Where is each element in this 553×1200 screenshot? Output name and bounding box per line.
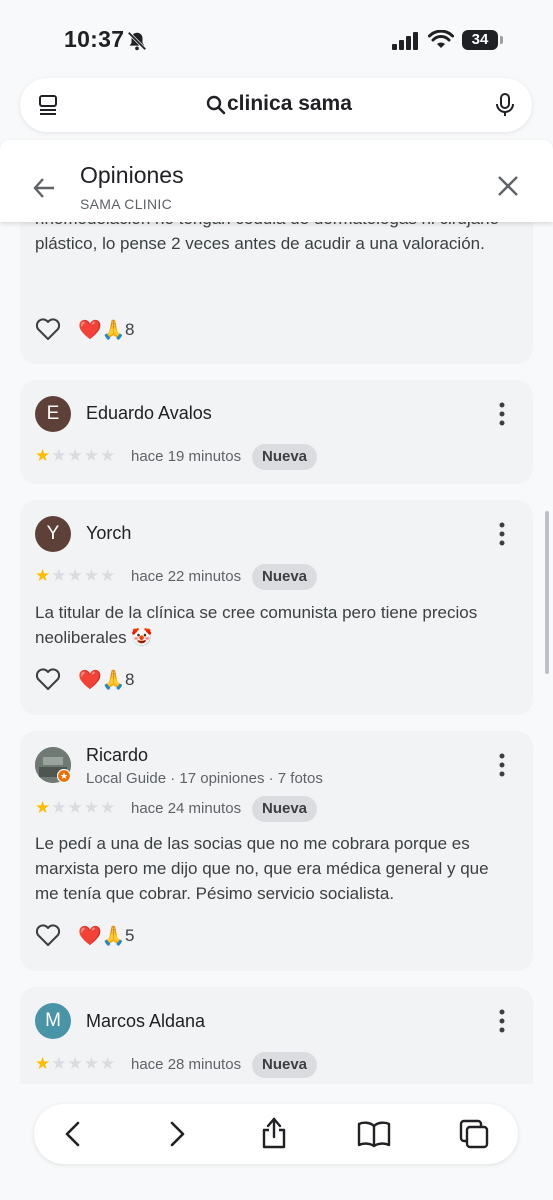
review-time: hace 19 minutos — [131, 448, 242, 465]
reactions: ❤️🙏 — [78, 926, 126, 947]
star-icon: ★ — [35, 798, 52, 817]
battery-icon: 34 — [462, 30, 498, 50]
avatar[interactable]: Y — [35, 516, 71, 552]
star-rating: ★★★★★ — [35, 1054, 116, 1074]
more-vert-icon[interactable] — [498, 402, 506, 426]
review-text: La titular de la clínica se cree comunis… — [35, 603, 478, 647]
new-badge: Nueva — [252, 1052, 318, 1078]
more-vert-icon[interactable] — [498, 1009, 506, 1033]
star-icon: ★ — [35, 446, 52, 465]
star-rating: ★★★★★ — [35, 566, 116, 586]
search-icon — [206, 95, 226, 115]
heart-icon[interactable] — [35, 923, 61, 947]
review-time: hace 22 minutos — [131, 568, 242, 585]
review-card: E Eduardo Avalos ★★★★★ hace 19 minutos N… — [20, 380, 533, 484]
review-time: hace 28 minutos — [131, 1056, 242, 1073]
back-arrow-icon[interactable] — [32, 176, 56, 200]
search-query[interactable]: clinica sama — [227, 92, 352, 116]
bell-off-icon — [127, 31, 147, 51]
search-bar[interactable]: clinica sama — [20, 78, 532, 132]
reviews-header: Opiniones SAMA CLINIC — [0, 140, 553, 222]
forward-icon[interactable] — [160, 1118, 192, 1150]
reviewer-name[interactable]: Yorch — [86, 523, 131, 544]
new-badge: Nueva — [252, 564, 318, 590]
star-icon: ★ — [35, 1054, 52, 1073]
toolbar-pill — [34, 1104, 518, 1164]
star-icon: ★ — [35, 566, 52, 585]
battery-tip — [500, 36, 503, 44]
reviewer-name[interactable]: Eduardo Avalos — [86, 403, 212, 424]
browser-toolbar — [0, 1084, 553, 1200]
star-icon: ★★★★ — [51, 1054, 117, 1073]
status-bar: 10:37 34 — [0, 0, 553, 72]
share-icon[interactable] — [258, 1116, 290, 1150]
page-subtitle: SAMA CLINIC — [80, 196, 172, 212]
avatar[interactable] — [35, 747, 71, 783]
reactions: ❤️🙏 — [78, 320, 126, 341]
local-guide-icon — [57, 769, 71, 783]
avatar[interactable]: E — [35, 396, 71, 432]
heart-icon[interactable] — [35, 667, 61, 691]
signal-icon — [392, 32, 418, 50]
local-guide-info[interactable]: Local Guide · 17 opiniones · 7 fotos — [86, 770, 323, 787]
star-icon: ★★★★ — [51, 566, 117, 585]
page-title: Opiniones — [80, 162, 184, 188]
reviews-list[interactable]: rinomodelación no tengan cédula de derma… — [0, 222, 553, 1084]
avatar[interactable]: M — [35, 1003, 71, 1039]
reviewer-name[interactable]: Ricardo — [86, 745, 148, 766]
scrollbar[interactable] — [545, 511, 549, 674]
reaction-count: 8 — [125, 320, 135, 339]
review-card: M Marcos Aldana ★★★★★ hace 28 minutos Nu… — [20, 987, 533, 1084]
star-icon: ★★★★ — [51, 798, 117, 817]
review-card: Y Yorch ★★★★★ hace 22 minutos Nueva La t… — [20, 500, 533, 715]
review-card: rinomodelación no tengan cédula de derma… — [20, 222, 533, 364]
close-icon[interactable] — [496, 174, 520, 198]
new-badge: Nueva — [252, 444, 318, 470]
more-vert-icon[interactable] — [498, 522, 506, 546]
tabs-icon[interactable] — [458, 1118, 490, 1150]
star-rating: ★★★★★ — [35, 798, 116, 818]
review-text: rinomodelación no tengan cédula de derma… — [35, 222, 499, 253]
reaction-count: 8 — [125, 670, 135, 689]
menu-icon[interactable] — [38, 94, 60, 116]
review-time: hace 24 minutos — [131, 800, 242, 817]
bookmarks-icon[interactable] — [356, 1118, 392, 1150]
back-icon[interactable] — [58, 1118, 90, 1150]
mic-icon[interactable] — [494, 92, 516, 118]
new-badge: Nueva — [252, 796, 318, 822]
reviewer-name[interactable]: Marcos Aldana — [86, 1011, 205, 1032]
reactions: ❤️🙏 — [78, 670, 126, 691]
more-vert-icon[interactable] — [498, 753, 506, 777]
wifi-icon — [428, 30, 454, 48]
star-icon: ★★★★ — [51, 446, 117, 465]
status-time: 10:37 — [64, 26, 125, 52]
review-text: Le pedí a una de las socias que no me co… — [35, 834, 489, 903]
review-card: Ricardo Local Guide · 17 opiniones · 7 f… — [20, 731, 533, 971]
reaction-count: 5 — [125, 926, 135, 945]
star-rating: ★★★★★ — [35, 446, 116, 466]
heart-icon[interactable] — [35, 317, 61, 341]
